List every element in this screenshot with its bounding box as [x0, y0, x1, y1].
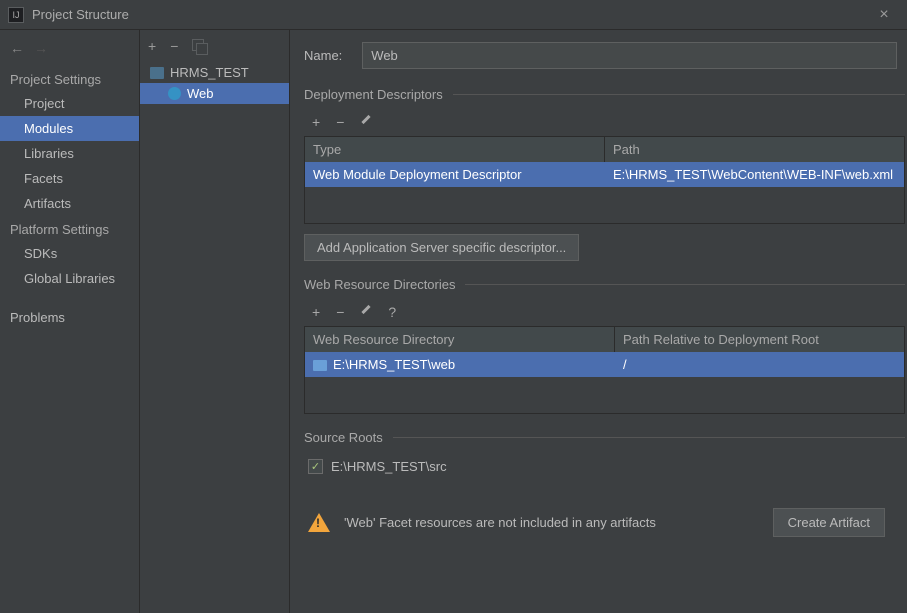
tree-item-module[interactable]: HRMS_TEST	[140, 62, 289, 83]
descriptors-add-icon[interactable]: +	[312, 114, 320, 130]
descriptors-col-path[interactable]: Path	[605, 137, 904, 162]
main-panel: Name: Deployment Descriptors + − Type Pa…	[290, 30, 907, 613]
tree-item-facet[interactable]: Web	[140, 83, 289, 104]
web-resource-dirs-section: Web Resource Directories + − ? Web Resou…	[304, 277, 907, 414]
descriptors-table: Type Path Web Module Deployment Descript…	[304, 136, 905, 224]
folder-icon	[313, 360, 327, 371]
resources-col-dir[interactable]: Web Resource Directory	[305, 327, 615, 352]
descriptors-row-type: Web Module Deployment Descriptor	[305, 162, 605, 187]
resources-add-icon[interactable]: +	[312, 304, 320, 320]
descriptors-edit-icon[interactable]	[360, 114, 372, 126]
nav-item-facets[interactable]: Facets	[0, 166, 139, 191]
section-project-settings: Project Settings	[0, 66, 139, 91]
source-roots-title: Source Roots	[304, 430, 383, 445]
descriptors-title: Deployment Descriptors	[304, 87, 443, 102]
nav-item-global-libraries[interactable]: Global Libraries	[0, 266, 139, 291]
left-nav: ← → Project Settings Project Modules Lib…	[0, 30, 140, 613]
resources-title: Web Resource Directories	[304, 277, 455, 292]
section-platform-settings: Platform Settings	[0, 216, 139, 241]
resources-row-dir: E:\HRMS_TEST\web	[305, 352, 615, 377]
nav-item-libraries[interactable]: Libraries	[0, 141, 139, 166]
source-root-checkbox[interactable]: ✓	[308, 459, 323, 474]
warning-icon	[308, 513, 330, 532]
resources-table: Web Resource Directory Path Relative to …	[304, 326, 905, 414]
nav-item-modules[interactable]: Modules	[0, 116, 139, 141]
divider	[453, 94, 905, 95]
resources-help-icon[interactable]: ?	[388, 304, 396, 320]
source-roots-section: Source Roots ✓ E:\HRMS_TEST\src	[304, 430, 907, 482]
descriptors-row-path: E:\HRMS_TEST\WebContent\WEB-INF\web.xml	[605, 162, 904, 187]
descriptors-col-type[interactable]: Type	[305, 137, 605, 162]
module-tree-pane: + − HRMS_TEST Web	[140, 30, 290, 613]
nav-back-icon[interactable]: ←	[10, 40, 24, 56]
facet-name-input[interactable]	[362, 42, 897, 69]
tree-module-label: HRMS_TEST	[170, 65, 249, 80]
divider	[465, 284, 905, 285]
name-label: Name:	[304, 48, 342, 63]
folder-icon	[150, 67, 164, 79]
descriptors-row[interactable]: Web Module Deployment Descriptor E:\HRMS…	[305, 162, 904, 187]
create-artifact-button[interactable]: Create Artifact	[773, 508, 885, 537]
resources-row-rel: /	[615, 352, 904, 377]
tree-facet-label: Web	[187, 86, 214, 101]
window-title: Project Structure	[32, 7, 869, 22]
descriptors-remove-icon[interactable]: −	[336, 114, 344, 130]
nav-item-artifacts[interactable]: Artifacts	[0, 191, 139, 216]
app-icon: IJ	[8, 7, 24, 23]
divider	[393, 437, 905, 438]
warning-row: 'Web' Facet resources are not included i…	[304, 498, 907, 543]
tree-remove-icon[interactable]: −	[170, 38, 178, 54]
titlebar: IJ Project Structure ×	[0, 0, 907, 30]
nav-forward-icon[interactable]: →	[34, 40, 48, 56]
close-icon[interactable]: ×	[869, 6, 899, 24]
nav-item-project[interactable]: Project	[0, 91, 139, 116]
resources-edit-icon[interactable]	[360, 304, 372, 316]
source-root-path: E:\HRMS_TEST\src	[331, 459, 447, 474]
resources-row[interactable]: E:\HRMS_TEST\web /	[305, 352, 904, 377]
tree-add-icon[interactable]: +	[148, 38, 156, 54]
warning-text: 'Web' Facet resources are not included i…	[344, 515, 759, 530]
nav-item-problems[interactable]: Problems	[0, 305, 139, 330]
add-server-descriptor-button[interactable]: Add Application Server specific descript…	[304, 234, 579, 261]
source-root-item[interactable]: ✓ E:\HRMS_TEST\src	[304, 451, 905, 482]
web-icon	[168, 87, 181, 100]
resources-row-dir-text: E:\HRMS_TEST\web	[333, 357, 455, 372]
deployment-descriptors-section: Deployment Descriptors + − Type Path Web…	[304, 87, 907, 261]
resources-col-rel[interactable]: Path Relative to Deployment Root	[615, 327, 904, 352]
resources-remove-icon[interactable]: −	[336, 304, 344, 320]
nav-item-sdks[interactable]: SDKs	[0, 241, 139, 266]
tree-copy-icon[interactable]	[192, 38, 204, 54]
